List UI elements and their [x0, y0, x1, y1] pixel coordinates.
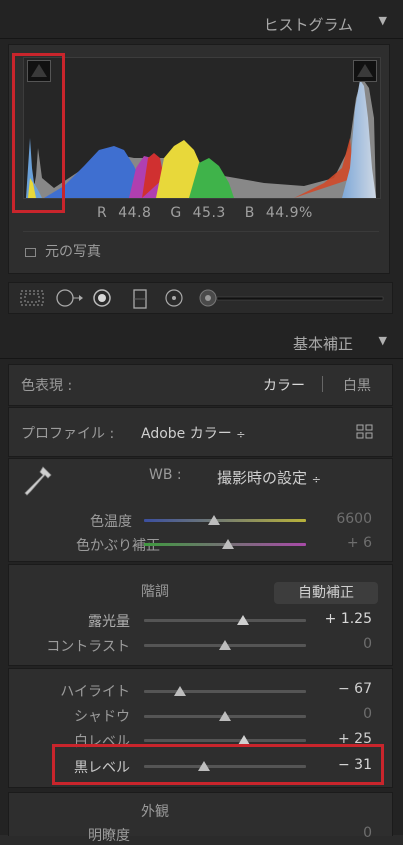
original-photo-toggle[interactable]: 元の写真 — [25, 241, 101, 261]
wb-label: WB : — [149, 467, 182, 483]
whites-slider-track[interactable] — [144, 739, 306, 742]
triangle-icon — [357, 64, 373, 77]
annotation-highlight-box — [12, 53, 65, 213]
develop-right-panel: ヒストグラム ▼ R 44.8 G 45.3 B 44.9% 元の写真 基本補正… — [0, 0, 403, 844]
annotation-highlight-box — [52, 744, 384, 785]
exposure-label: 露光量 — [88, 614, 130, 630]
divider — [322, 376, 323, 392]
histogram-panel: R 44.8 G 45.3 B 44.9% 元の写真 — [8, 44, 390, 274]
tool-strip — [8, 282, 393, 314]
highlights-label: ハイライト — [60, 684, 130, 700]
contrast-value[interactable]: 0 — [363, 636, 372, 652]
shadows-slider-thumb[interactable] — [219, 711, 231, 721]
highlights-slider-thumb[interactable] — [173, 686, 186, 696]
treatment-color-button[interactable]: カラー — [263, 375, 305, 395]
basic-header[interactable]: 基本補正 ▼ — [0, 324, 403, 359]
crop-overlay-icon[interactable] — [19, 289, 45, 307]
b-label: B — [244, 205, 255, 221]
histogram-graph — [23, 57, 381, 199]
contrast-slider-thumb[interactable] — [219, 640, 231, 650]
histogram-header[interactable]: ヒストグラム ▼ — [0, 6, 403, 39]
presence-label: 外観 — [141, 804, 169, 820]
temp-slider-thumb[interactable] — [207, 515, 220, 525]
percent-sign: % — [298, 205, 313, 221]
presence-section: 外観 明瞭度 0 — [8, 792, 393, 844]
r-value: 44.8 — [118, 205, 152, 221]
white-balance-section: WB : 撮影時の設定 ÷ 色温度 6600 色かぶり補正 + 6 — [8, 458, 393, 562]
highlight-clipping-toggle[interactable] — [353, 60, 377, 82]
treatment-row: 色表現 : カラー 白黒 — [8, 364, 393, 406]
temp-value[interactable]: 6600 — [336, 511, 372, 527]
g-value: 45.3 — [192, 205, 226, 221]
eyedropper-icon[interactable] — [23, 465, 55, 499]
checkbox-icon[interactable] — [25, 247, 36, 257]
highlights-value[interactable]: − 67 — [338, 681, 372, 697]
r-label: R — [97, 205, 108, 221]
adjustment-brush-slider[interactable] — [199, 289, 387, 307]
treatment-bw-button[interactable]: 白黒 — [343, 375, 371, 395]
tint-value[interactable]: + 6 — [347, 535, 372, 551]
radial-filter-icon[interactable] — [163, 289, 185, 307]
b-value: 44.9 — [265, 205, 299, 221]
profile-dropdown[interactable]: Adobe カラー ÷ — [141, 423, 245, 443]
tone-label: 階調 — [141, 584, 169, 600]
profile-row: プロファイル : Adobe カラー ÷ — [8, 407, 393, 457]
wb-value: 撮影時の設定 — [217, 469, 308, 487]
clarity-label: 明瞭度 — [88, 828, 130, 844]
treatment-label: 色表現 : — [21, 378, 73, 394]
graduated-filter-icon[interactable] — [131, 289, 149, 309]
temp-slider-track[interactable] — [144, 519, 306, 522]
profile-value: Adobe カラー — [141, 426, 232, 442]
basic-title: 基本補正 — [292, 335, 353, 353]
shadows-value[interactable]: 0 — [363, 706, 372, 722]
histogram-curves — [26, 78, 376, 198]
tone-section: 階調 自動補正 露光量 + 1.25 コントラスト 0 — [8, 564, 393, 666]
highlights-slider-track[interactable] — [144, 690, 306, 693]
contrast-label: コントラスト — [46, 639, 130, 655]
g-label: G — [170, 205, 182, 221]
dropdown-arrow-icon: ÷ — [236, 428, 246, 441]
divider — [23, 231, 379, 232]
dropdown-arrow-icon: ÷ — [311, 473, 322, 486]
collapse-triangle-icon[interactable]: ▼ — [379, 14, 387, 27]
temp-label: 色温度 — [90, 514, 132, 530]
profile-label: プロファイル : — [21, 426, 115, 442]
clarity-value[interactable]: 0 — [363, 825, 372, 841]
red-eye-icon[interactable] — [91, 289, 113, 307]
exposure-slider-track[interactable] — [144, 619, 306, 622]
profile-browser-grid-icon[interactable] — [356, 424, 374, 440]
original-photo-label: 元の写真 — [45, 244, 101, 260]
spot-removal-icon[interactable] — [55, 289, 85, 307]
tint-slider-thumb[interactable] — [222, 539, 235, 549]
shadows-label: シャドウ — [74, 709, 130, 725]
auto-tone-button[interactable]: 自動補正 — [274, 582, 378, 604]
wb-dropdown[interactable]: 撮影時の設定 ÷ — [217, 467, 321, 488]
collapse-triangle-icon[interactable]: ▼ — [379, 334, 387, 347]
exposure-slider-thumb[interactable] — [236, 615, 249, 625]
exposure-value[interactable]: + 1.25 — [325, 611, 372, 627]
histogram-title: ヒストグラム — [263, 16, 353, 34]
rgb-readout: R 44.8 G 45.3 B 44.9% — [97, 205, 319, 221]
